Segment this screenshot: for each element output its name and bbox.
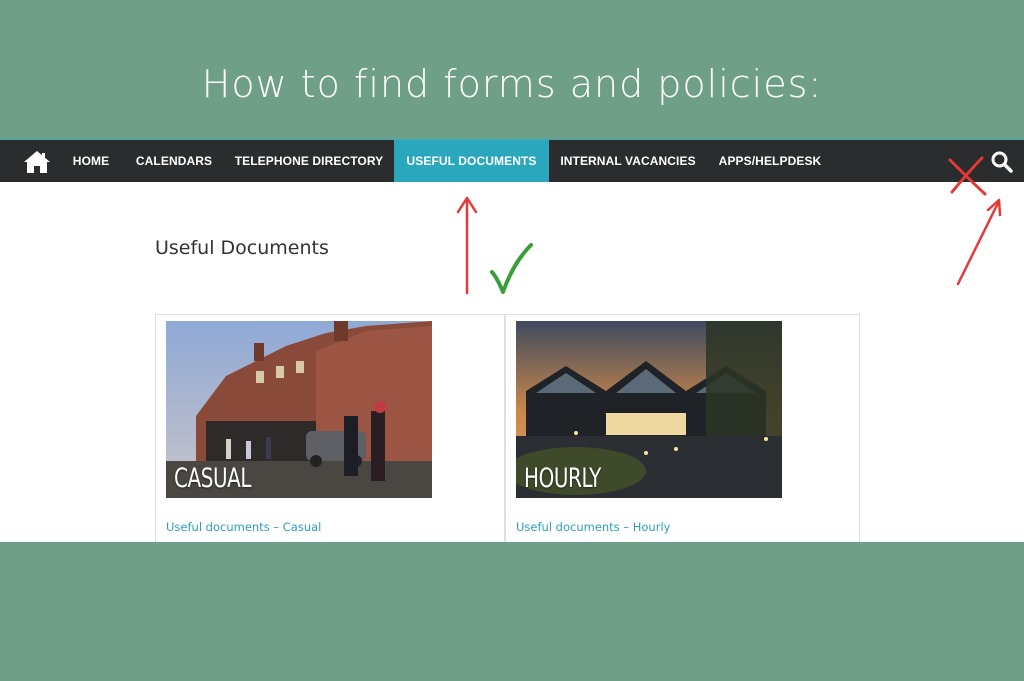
casual-image-label: CASUAL (174, 463, 252, 494)
search-icon[interactable] (990, 150, 1014, 174)
document-card-hourly[interactable]: HOURLY Useful documents – Hourly (505, 314, 860, 542)
nav-item-calendars[interactable]: CALENDARS (126, 140, 222, 182)
website-screenshot: HOME CALENDARS TELEPHONE DIRECTORY USEFU… (0, 139, 1024, 542)
hourly-documents-link[interactable]: Useful documents – Hourly (516, 520, 670, 534)
main-navigation: HOME CALENDARS TELEPHONE DIRECTORY USEFU… (0, 139, 1024, 182)
hourly-image-label: HOURLY (524, 463, 601, 494)
document-card-casual[interactable]: CASUAL Useful documents – Casual (155, 314, 505, 542)
hourly-image[interactable]: HOURLY (516, 321, 782, 498)
casual-image[interactable]: CASUAL (166, 321, 432, 498)
home-icon[interactable] (22, 149, 52, 175)
headline: How to find forms and policies: (201, 62, 823, 106)
page-title: Useful Documents (155, 237, 329, 259)
casual-documents-link[interactable]: Useful documents – Casual (166, 520, 321, 534)
nav-item-useful-documents[interactable]: USEFUL DOCUMENTS (394, 140, 549, 182)
nav-item-telephone-directory[interactable]: TELEPHONE DIRECTORY (226, 140, 392, 182)
nav-item-home[interactable]: HOME (60, 140, 122, 182)
nav-item-apps-helpdesk[interactable]: APPS/HELPDESK (709, 140, 831, 182)
nav-item-internal-vacancies[interactable]: INTERNAL VACANCIES (551, 140, 705, 182)
